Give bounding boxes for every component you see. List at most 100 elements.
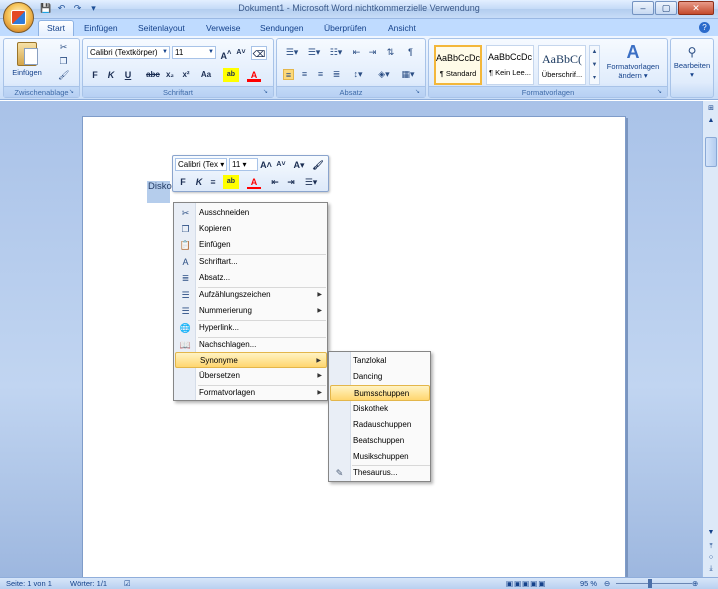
help-icon[interactable]: ? [699,22,710,33]
mini-font-name[interactable]: Calibri (Tex ▾ [175,158,227,171]
dialog-launcher-icon[interactable]: ↘ [657,88,665,96]
font-size-box[interactable]: 11 ▼ [172,46,216,59]
minimize-button[interactable]: – [632,1,654,15]
tab-sendungen[interactable]: Sendungen [260,21,304,36]
style-ueberschrift[interactable]: AaBbC( Überschrif... [538,45,586,85]
shrink-font-icon[interactable]: A˅ [234,46,248,60]
change-styles-button[interactable]: A Formatvorlagen ändern ▾ [601,42,665,80]
multilevel-icon[interactable]: ☷▾ [327,47,345,58]
bullets-icon[interactable]: ☰▾ [283,47,301,58]
menu-item-formatvorlagen[interactable]: Formatvorlagen ▶ [175,385,327,401]
menu-item-nachschlagen[interactable]: 📖 Nachschlagen... [175,337,327,353]
numbering-icon[interactable]: ☰▾ [305,47,323,58]
line-spacing-icon[interactable]: ↕▾ [349,69,367,80]
copy-icon[interactable]: ❐ [58,56,69,67]
format-painter-icon[interactable]: 🖌 [58,70,69,81]
paste-button[interactable]: Einfügen [12,42,42,77]
highlight-icon[interactable]: ab [223,175,239,189]
align-right-icon[interactable]: ≡ [315,69,326,80]
shrink-font-icon[interactable]: A˅ [274,158,288,172]
tab-seitenlayout[interactable]: Seitenlayout [138,21,185,36]
menu-item-uebersetzen[interactable]: Übersetzen ▶ [175,368,327,384]
decrease-indent-icon[interactable]: ⇤ [351,47,362,58]
word-count[interactable]: Wörter: 1/1 [70,578,107,589]
view-buttons[interactable]: ▣▣▣▣▣ [506,578,546,589]
page-count[interactable]: Seite: 1 von 1 [6,578,52,589]
bold-button[interactable]: F [89,68,101,82]
proofing-icon[interactable]: ☑ [124,578,131,589]
synonym-item[interactable]: Bumsschuppen [330,385,430,401]
styles-icon[interactable]: A▾ [290,158,308,172]
subscript-button[interactable]: x₂ [163,68,177,82]
cut-icon[interactable]: ✂ [58,42,69,53]
dialog-launcher-icon[interactable]: ↘ [415,88,423,96]
mini-font-size[interactable]: 11 ▾ [229,158,258,171]
menu-item-schriftart[interactable]: A Schriftart... [175,254,327,270]
font-name-box[interactable]: Calibri (Textkörper) ▼ [87,46,170,59]
synonym-item[interactable]: Dancing [330,369,430,385]
tab-ueberpruefen[interactable]: Überprüfen [324,21,367,36]
align-center-icon[interactable]: ≡ [299,69,310,80]
bullets-icon[interactable]: ☰▾ [301,175,321,189]
italic-icon[interactable]: K [193,175,205,189]
vertical-scrollbar[interactable]: ⊞ ▲ ▼ ⤒ ○ ⤓ [702,101,718,577]
strikethrough-button[interactable]: abc [145,68,161,82]
office-button[interactable] [3,2,34,33]
underline-button[interactable]: U [121,68,135,82]
justify-icon[interactable]: ≣ [331,69,342,80]
synonym-item[interactable]: Musikschuppen [330,449,430,465]
next-page-icon[interactable]: ⤓ [705,563,717,574]
browse-object-icon[interactable]: ○ [705,552,717,563]
dialog-launcher-icon[interactable]: ↘ [263,88,271,96]
styles-scroll-icon[interactable]: ▲ ▼ ▾ [589,45,600,85]
style-kein-leerraum[interactable]: AaBbCcDc ¶ Kein Lee... [486,45,534,85]
synonym-item[interactable]: Tanzlokal [330,353,430,369]
grow-font-icon[interactable]: A˄ [219,46,233,61]
prev-page-icon[interactable]: ⤒ [705,541,717,552]
menu-item-synonyme[interactable]: Synonyme ▶ [175,352,327,368]
zoom-thumb[interactable] [648,579,652,588]
tab-verweise[interactable]: Verweise [206,21,241,36]
scroll-down-icon[interactable]: ▼ [705,527,717,538]
sort-icon[interactable]: ⇅ [385,47,396,58]
change-case-button[interactable]: Aa [197,68,215,82]
menu-item-nummerierung[interactable]: ☰ Nummerierung ▶ [175,303,327,319]
selected-text[interactable]: Disko [147,181,172,203]
increase-indent-icon[interactable]: ⇥ [367,47,378,58]
menu-item-ausschneiden[interactable]: ✂ Ausschneiden [175,205,327,221]
menu-item-hyperlink[interactable]: 🌐 Hyperlink... [175,320,327,336]
zoom-in-icon[interactable]: ⊕ [692,578,698,589]
scroll-up-icon[interactable]: ▲ [705,115,717,126]
menu-item-aufzaehlungszeichen[interactable]: ☰ Aufzählungszeichen ▶ [175,287,327,303]
font-color-button[interactable]: A [247,68,261,82]
tab-start[interactable]: Start [38,20,74,36]
format-painter-icon[interactable]: 🖌 [311,158,325,172]
menu-item-kopieren[interactable]: ❐ Kopieren [175,221,327,237]
zoom-slider[interactable]: ⊖ ⊕ [604,578,702,589]
editing-button[interactable]: ⚲ Bearbeiten ▾ [671,43,713,79]
zoom-level[interactable]: 95 % [580,578,597,589]
italic-button[interactable]: K [105,68,117,82]
center-icon[interactable]: ≡ [207,175,219,189]
dialog-launcher-icon[interactable]: ↘ [69,88,77,96]
menu-item-absatz[interactable]: ≣ Absatz... [175,270,327,286]
decrease-indent-icon[interactable]: ⇤ [269,175,281,189]
bold-icon[interactable]: F [177,175,189,189]
tab-einfuegen[interactable]: Einfügen [84,21,118,36]
maximize-button[interactable]: ▢ [655,1,677,15]
align-left-icon[interactable]: ≡ [283,69,294,80]
style-standard[interactable]: AaBbCcDc ¶ Standard [434,45,482,85]
shading-icon[interactable]: ◈▾ [375,69,393,80]
synonym-thesaurus[interactable]: ✎ Thesaurus... [330,465,430,481]
highlight-button[interactable]: ab [223,68,239,82]
font-color-icon[interactable]: A [247,175,261,189]
superscript-button[interactable]: x² [179,68,193,82]
zoom-out-icon[interactable]: ⊖ [604,578,610,589]
borders-icon[interactable]: ▦▾ [399,69,417,80]
synonym-item[interactable]: Diskothek [330,401,430,417]
synonym-item[interactable]: Radauschuppen [330,417,430,433]
scroll-thumb[interactable] [705,137,717,167]
close-button[interactable]: ✕ [678,1,714,15]
synonym-item[interactable]: Beatschuppen [330,433,430,449]
pilcrow-icon[interactable]: ¶ [405,47,416,58]
